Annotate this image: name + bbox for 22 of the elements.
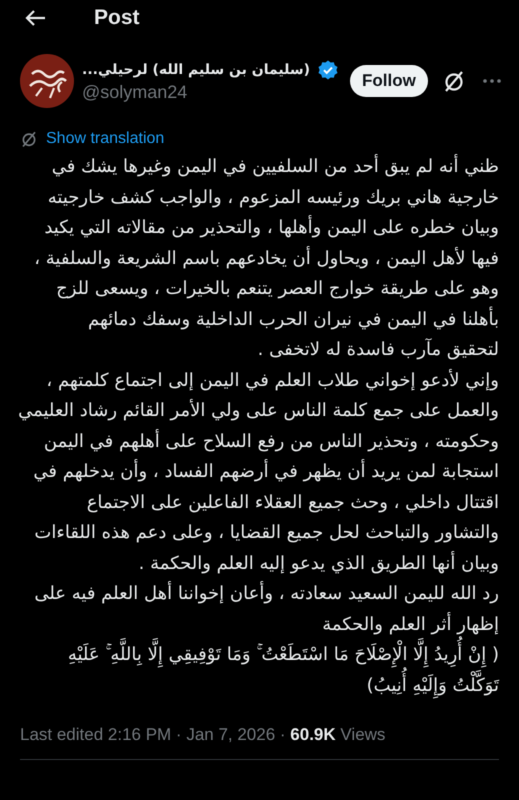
author-name[interactable]: (سليمان بن سليم الله) لرحيلي... [82, 62, 310, 78]
post-text-line: إظهار أثر العلم والحكمة [321, 611, 499, 636]
post-text-line: وبيان أنها الطريق الذي يدعو إليه العلم والحكمة . [138, 550, 499, 576]
post-text-line: فيها لأهل اليمن ، ويحاول أن يخادعهم باسم الشريعة والسلفية ، [33, 245, 499, 270]
post-text-line: رد الله لليمن السعيد سعادته ، وأعان إخواننا أهل العلم فيه على [33, 580, 499, 606]
post-text-line: وإني لأدعو إخواني طلاب العلم في اليمن إلى اجتماع كلمتهم ، [45, 368, 499, 392]
post-text-line: لتحقيق مآرب فاسدة له لاتخفى . [256, 337, 499, 362]
show-translation-link[interactable]: Show translation [46, 130, 164, 148]
post-text-line: خارجية هاني بريك ورئيسه المزعوم ، والواجب كشف خارجيته [46, 186, 499, 210]
post-text-line: والتشاور والتباحث لحل جميع القضايا ، وعلى دعم هذه اللقاءات [33, 521, 499, 545]
page-title: Post [94, 6, 140, 30]
follow-button[interactable]: Follow [350, 65, 428, 97]
post-text-line: استجابة لمن يريد أن يظهر في أرضهم الفساد ، وأن يدخلهم في [32, 458, 499, 484]
author-handle[interactable]: @solyman24 [82, 82, 338, 102]
post-text-line: ظني أنه لم يبق أحد من السلفيين في اليمن وغيرها يشك في [50, 153, 499, 179]
post-text-line: والعمل على جمع كلمة الناس على ولي الأمر القائم رشاد العليمي [20, 398, 499, 423]
post-text-line: اقتتال داخلي ، وحث جميع العقلاء الفاعلين على الاجتماع [86, 490, 499, 514]
post-text-line: وهو على طريقة خوارج العصر يتنعم بالخيرات ، ويسعى للزج [55, 277, 499, 301]
post-text-line: بأهلنا في اليمن في نيران الحرب الداخلية وسفك دمائهم [86, 306, 499, 332]
post-text-line: وبيان خطره على اليمن وأهلها ، والتحذير من مقالاته التي يكيد [43, 214, 499, 240]
post-meta: Last edited 2:16 PM · Jan 7, 2026 · 60.9K Views [20, 725, 386, 745]
post-text-line: وحكومته ، وتحذير الناس من رفع السلاح على أهلهم في اليمن [42, 428, 499, 454]
